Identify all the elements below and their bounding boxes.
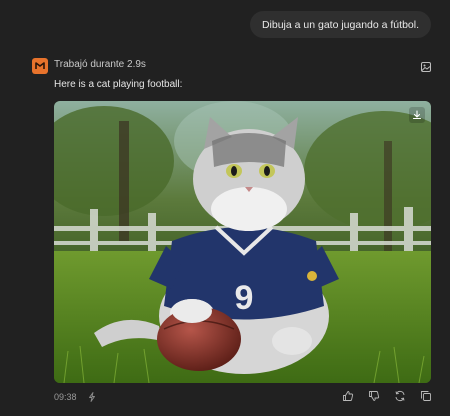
- thought-duration-label[interactable]: Trabajó durante 2.9s: [54, 59, 146, 70]
- refresh-icon[interactable]: [394, 390, 406, 402]
- download-icon[interactable]: [409, 107, 425, 123]
- image-icon[interactable]: [420, 60, 432, 72]
- user-message-text: Dibuja a un gato jugando a fútbol.: [261, 18, 419, 31]
- jersey-number: 9: [235, 279, 254, 317]
- message-time: 09:38: [54, 392, 77, 402]
- assistant-reply-text: Here is a cat playing football:: [54, 79, 183, 90]
- message-footer: 09:38: [54, 390, 432, 404]
- user-message-bubble: Dibuja a un gato jugando a fútbol.: [249, 11, 431, 38]
- thumbs-down-icon[interactable]: [368, 390, 380, 402]
- brand-logo-icon: [32, 58, 48, 74]
- cat-football-illustration: 9: [54, 101, 431, 383]
- thumbs-up-icon[interactable]: [342, 390, 354, 402]
- message-actions: [342, 390, 432, 402]
- lightning-icon[interactable]: [87, 392, 97, 402]
- copy-icon[interactable]: [420, 390, 432, 402]
- generated-image[interactable]: 9: [54, 101, 431, 383]
